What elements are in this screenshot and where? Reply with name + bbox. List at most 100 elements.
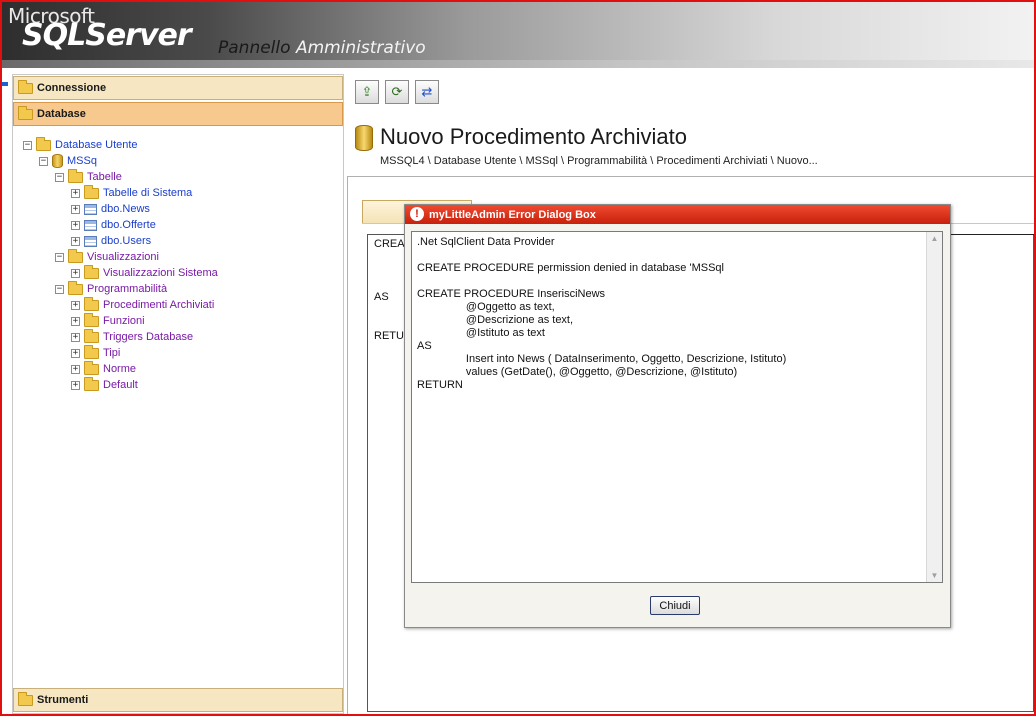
expand-icon[interactable]: + [71, 332, 80, 342]
tree-node[interactable]: − Tabelle [55, 168, 122, 185]
scrollbar[interactable]: ▲ ▼ [926, 232, 942, 582]
error-line: CREATE PROCEDURE InserisciNews [417, 288, 606, 300]
tree-node[interactable]: + Default [71, 376, 138, 393]
tree-node-label: Tabelle [87, 171, 122, 183]
tree-node-label: Funzioni [103, 315, 145, 327]
folder-icon [84, 312, 99, 327]
tree-node[interactable]: − MSSq [39, 153, 97, 169]
tree-node-label: MSSq [67, 155, 97, 167]
scroll-up-icon[interactable]: ▲ [929, 233, 940, 244]
folder-icon [84, 296, 99, 311]
app-tagline: Pannello Amministrativo [218, 38, 426, 58]
error-icon: ! [410, 207, 424, 221]
tree-node[interactable]: + Norme [71, 360, 137, 377]
sidebar-section-strumenti[interactable]: Strumenti [13, 688, 343, 712]
error-line: @Istituto as text [417, 327, 545, 339]
refresh-icon: ⟳ [391, 84, 403, 99]
logo-sqlserver: SQLServer [22, 18, 192, 53]
expand-icon[interactable]: + [71, 220, 80, 230]
error-line: AS [417, 340, 432, 352]
error-dialog: ! myLittleAdmin Error Dialog Box .Net Sq… [404, 204, 951, 628]
error-message-box[interactable]: .Net SqlClient Data Provider CREATE PROCE… [411, 231, 943, 583]
page-title: Nuovo Procedimento Archiviato [380, 124, 687, 149]
sidebar-section-database[interactable]: Database [13, 102, 343, 126]
collapse-icon[interactable]: − [55, 284, 64, 294]
tree-node-label: Default [103, 379, 138, 391]
expand-icon[interactable]: + [71, 380, 80, 390]
open-button[interactable]: ⇪ [355, 80, 379, 104]
swap-icon: ⇄ [421, 84, 433, 99]
folder-icon [68, 248, 83, 263]
database-icon [52, 154, 63, 168]
tree-node[interactable]: + Procedimenti Archiviati [71, 296, 214, 313]
tree-node[interactable]: − Database Utente [23, 136, 138, 153]
folder-icon [84, 360, 99, 375]
tree-node[interactable]: − Programmabilità [55, 280, 168, 297]
tree-node-label: dbo.News [101, 203, 150, 215]
expand-icon[interactable]: + [71, 236, 80, 246]
expand-icon[interactable]: + [71, 268, 80, 278]
expand-icon[interactable]: + [71, 348, 80, 358]
tree-node[interactable]: + Tabelle di Sistema [71, 184, 193, 201]
collapse-icon[interactable]: − [55, 252, 64, 262]
error-line [417, 249, 922, 262]
collapse-icon[interactable]: − [23, 140, 32, 150]
tagline-part-1: Pannello [218, 38, 296, 58]
error-line: @Descrizione as text, [417, 314, 574, 326]
tree-node-label: Visualizzazioni Sistema [103, 267, 218, 279]
dialog-title: myLittleAdmin Error Dialog Box [429, 208, 596, 221]
section-label: Strumenti [37, 694, 89, 706]
collapse-icon[interactable]: − [39, 156, 48, 166]
expand-icon[interactable]: + [71, 188, 80, 198]
section-label: Database [37, 108, 86, 120]
open-icon: ⇪ [361, 84, 373, 99]
error-line: .Net SqlClient Data Provider [417, 236, 555, 248]
tree-node-label: Tipi [103, 347, 121, 359]
tree-node[interactable]: + Funzioni [71, 312, 145, 329]
breadcrumb: MSSQL4 \ Database Utente \ MSSql \ Progr… [380, 155, 818, 167]
expand-icon[interactable]: + [71, 364, 80, 374]
error-line: RETURN [417, 379, 463, 391]
tree-node-label: Triggers Database [103, 331, 194, 343]
tree-node[interactable]: + dbo.Offerte [71, 217, 156, 233]
folder-icon [18, 79, 33, 94]
folder-icon [84, 264, 99, 279]
refresh-button[interactable]: ⟳ [385, 80, 409, 104]
expand-icon[interactable]: + [71, 204, 80, 214]
tree-node[interactable]: + dbo.Users [71, 233, 151, 249]
sidebar-section-connessione[interactable]: Connessione [13, 76, 343, 100]
folder-icon [18, 105, 33, 120]
error-line: values (GetDate(), @Oggetto, @Descrizion… [417, 366, 738, 378]
expand-icon[interactable]: + [71, 300, 80, 310]
pane-resize-handle[interactable] [2, 82, 8, 86]
tree-node-label: dbo.Users [101, 235, 152, 247]
table-icon [84, 203, 97, 215]
tree-node[interactable]: − Visualizzazioni [55, 248, 159, 265]
tree-node-label: Norme [103, 363, 137, 375]
folder-icon [84, 328, 99, 343]
tree-node-label: dbo.Offerte [101, 219, 156, 231]
error-line: @Oggetto as text, [417, 301, 555, 313]
tree-node[interactable]: + Visualizzazioni Sistema [71, 264, 218, 281]
folder-icon [84, 184, 99, 199]
dialog-title-bar[interactable]: ! myLittleAdmin Error Dialog Box [405, 205, 950, 224]
close-button[interactable]: Chiudi [650, 596, 700, 615]
tree-node-label: Tabelle di Sistema [103, 187, 193, 199]
folder-icon [84, 376, 99, 391]
tagline-part-2: Amministrativo [295, 38, 426, 58]
swap-button[interactable]: ⇄ [415, 80, 439, 104]
error-line [417, 275, 922, 288]
table-icon [84, 235, 97, 247]
sidebar: Connessione Database − Database Utente − MS… [12, 74, 344, 714]
error-message-text: .Net SqlClient Data Provider CREATE PROCE… [417, 236, 922, 392]
expand-icon[interactable]: + [71, 316, 80, 326]
tree-node[interactable]: + Tipi [71, 344, 121, 361]
error-line: Insert into News ( DataInserimento, Ogge… [417, 353, 787, 365]
folder-icon [36, 136, 51, 151]
tree-node[interactable]: + dbo.News [71, 201, 150, 217]
tree-node[interactable]: + Triggers Database [71, 328, 194, 345]
collapse-icon[interactable]: − [55, 172, 64, 182]
app-header: Microsoft SQLServer Pannello Amministrat… [2, 2, 1034, 68]
scroll-down-icon[interactable]: ▼ [929, 570, 940, 581]
tree-node-label: Programmabilità [87, 283, 168, 295]
